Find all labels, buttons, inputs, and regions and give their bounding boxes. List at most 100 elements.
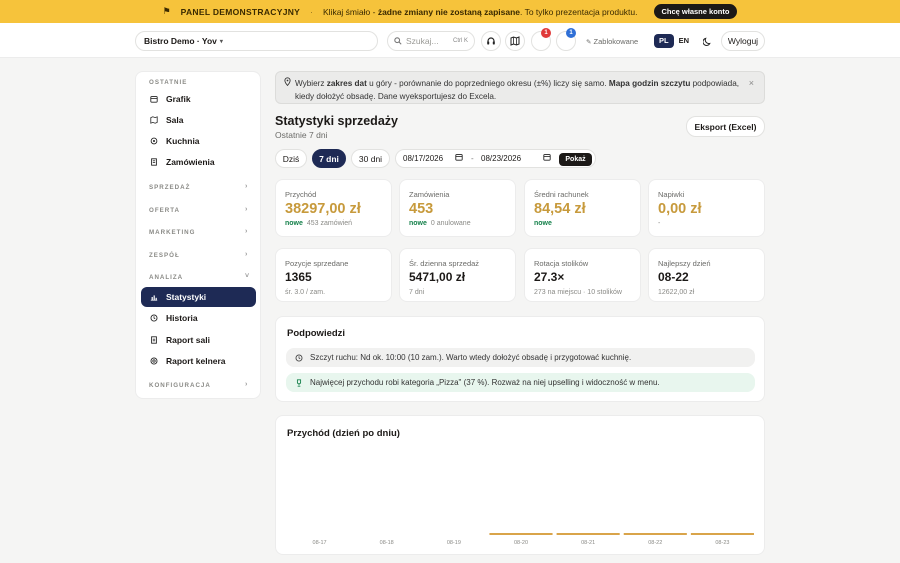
chart-icon — [150, 295, 158, 301]
chart-x-tick-label: 08-19 — [447, 540, 461, 546]
lang-en-button[interactable]: EN — [674, 34, 694, 48]
chart-bar — [623, 533, 687, 535]
close-icon[interactable]: × — [749, 77, 754, 90]
kpi-value: 453 — [409, 201, 434, 217]
kpi-sub: 273 na miejscu · 10 stolików — [534, 289, 622, 296]
sidebar-section-analiza[interactable]: ANALIZA ˅ — [149, 273, 249, 281]
theme-toggle[interactable] — [697, 31, 717, 51]
calendar-icon[interactable] — [455, 153, 463, 163]
kpi-label: Śr. dzienna sprzedaż — [409, 259, 480, 268]
kpi-label: Zamówienia — [409, 190, 450, 199]
tips-panel: Podpowiedzi Szczyt ruchu: Nd ok. 10:00 (… — [275, 316, 765, 402]
chevron-down-icon: ˅ — [245, 273, 251, 280]
document-icon — [151, 336, 157, 344]
sidebar-item-historia[interactable]: Historia — [141, 308, 256, 328]
filter-today-button[interactable]: Dziś — [275, 149, 307, 168]
filter-7-days-button[interactable]: 7 dni — [312, 149, 346, 168]
kpi-sub: nowe 453 zamówień — [285, 220, 353, 227]
show-button[interactable]: Pokaż — [559, 153, 592, 166]
calendar-icon[interactable] — [543, 153, 551, 163]
tip-text: Szczyt ruchu: Nd ok. 10:00 (10 zam.). Wa… — [310, 353, 632, 362]
sidebar-item-label: Sala — [166, 115, 184, 125]
chart-x-tick-label: 08-18 — [380, 540, 394, 546]
sidebar-item-label: Raport sali — [166, 335, 210, 345]
banner-text: Klikaj śmiało - żadne zmiany nie zostaną… — [323, 6, 638, 17]
kpi-sub: śr. 3.0 / zam. — [285, 289, 326, 296]
kpi-average-bill: Średni rachunek 84,54 zł nowe — [524, 179, 641, 237]
sidebar-item-raport-sali[interactable]: Raport sali — [141, 330, 256, 350]
flag-icon: ⚑ — [162, 6, 171, 16]
export-excel-button[interactable]: Eksport (Excel) — [686, 116, 765, 137]
kpi-table-rotation: Rotacja stolików 27.3× 273 na miejscu · … — [524, 248, 641, 302]
kpi-sub: nowe 0 anulowane — [409, 220, 471, 227]
sidebar-item-zamowienia[interactable]: Zamówienia — [141, 152, 256, 172]
chart-x-tick-label: 08-23 — [715, 540, 729, 546]
sidebar-item-label: Raport kelnera — [166, 356, 226, 366]
kpi-label: Przychód — [285, 190, 317, 199]
search-icon — [394, 37, 402, 45]
logout-button[interactable]: Wyloguj — [721, 31, 765, 51]
sidebar-section-konfiguracja[interactable]: KONFIGURACJA › — [149, 381, 247, 389]
sidebar-section-zespol[interactable]: ZESPÓŁ › — [149, 251, 247, 259]
kpi-sub: nowe — [534, 220, 552, 227]
blocked-status[interactable]: ✎ Zablokowane — [586, 37, 638, 46]
kpi-label: Rotacja stolików — [534, 259, 589, 268]
top-bar: Bistro Demo · Yov ▾ Szukaj... Ctrl K 1 1… — [0, 23, 900, 58]
kpi-value: 27.3× — [534, 270, 565, 284]
kpi-sub: 7 dni — [409, 289, 425, 296]
tenant-name: Bistro Demo · Yov — [144, 36, 217, 46]
clock-icon — [150, 314, 158, 322]
trophy-icon — [296, 378, 302, 387]
blocked-label: Zablokowane — [593, 37, 639, 46]
chart-x-tick-label: 08-17 — [313, 540, 327, 546]
sidebar-item-label: Statystyki — [166, 292, 207, 302]
page-title: Statystyki sprzedaży — [275, 114, 398, 128]
kpi-sub: 12622,00 zł — [658, 289, 695, 296]
sidebar-item-sala[interactable]: Sala — [141, 110, 256, 130]
map-button[interactable] — [505, 31, 525, 51]
tenant-select[interactable]: Bistro Demo · Yov ▾ — [135, 31, 378, 51]
search-input[interactable]: Szukaj... Ctrl K — [387, 31, 475, 51]
sidebar-section-oferta[interactable]: OFERTA › — [149, 206, 247, 214]
info-hint: Wybierz zakres dat u góry - porównanie d… — [275, 71, 765, 104]
notification-badge: 1 — [541, 28, 551, 38]
revenue-chart: Przychód (dzień po dniu) 08-17 08-18 08-19… — [275, 415, 765, 555]
pin-icon — [284, 77, 291, 90]
tip-item: Najwięcej przychodu robi kategoria „Pizz… — [286, 373, 755, 392]
kpi-value: 5471,00 zł — [409, 270, 466, 284]
sidebar-section-sprzedaz[interactable]: SPRZEDAŻ › — [149, 183, 247, 191]
chart-x-tick-label: 08-21 — [581, 540, 595, 546]
sidebar-item-label: Kuchnia — [166, 136, 200, 146]
kpi-tips: Napiwki 0,00 zł - — [648, 179, 765, 237]
tip-text: Najwięcej przychodu robi kategoria „Pizz… — [310, 378, 660, 387]
headset-button[interactable] — [481, 31, 501, 51]
search-placeholder: Szukaj... — [406, 36, 439, 46]
sidebar-item-statystyki[interactable]: Statystyki — [141, 287, 256, 307]
date-to-input[interactable]: 08/23/2026 — [481, 154, 521, 163]
kpi-value: 08-22 — [658, 270, 689, 284]
target-icon — [150, 357, 158, 365]
kpi-label: Najlepszy dzień — [658, 259, 711, 268]
sidebar-section-recent: OSTATNIE — [149, 79, 188, 86]
sidebar-item-raport-kelnera[interactable]: Raport kelnera — [141, 351, 256, 371]
pencil-icon: ✎ — [586, 39, 592, 46]
search-shortcut: Ctrl K — [453, 38, 468, 44]
chart-bar — [489, 533, 553, 535]
sidebar-item-label: Grafik — [166, 94, 191, 104]
message-badge: 1 — [566, 28, 576, 38]
own-account-button[interactable]: Chcę własne konto — [653, 4, 738, 19]
sidebar-item-kuchnia[interactable]: Kuchnia — [141, 131, 256, 151]
filter-30-days-button[interactable]: 30 dni — [351, 149, 390, 168]
sidebar-section-marketing[interactable]: MARKETING › — [149, 228, 247, 236]
chevron-right-icon: › — [245, 381, 249, 388]
chevron-right-icon: › — [245, 183, 249, 190]
receipt-icon — [151, 158, 157, 166]
date-from-input[interactable]: 08/17/2026 — [403, 154, 443, 163]
kpi-best-day: Najlepszy dzień 08-22 12622,00 zł — [648, 248, 765, 302]
chevron-down-icon: ▾ — [219, 38, 223, 45]
kpi-orders: Zamówienia 453 nowe 0 anulowane — [399, 179, 516, 237]
date-range: 08/17/2026 - 08/23/2026 Pokaż — [395, 149, 596, 168]
lang-pl-button[interactable]: PL — [654, 34, 674, 48]
sidebar-item-grafik[interactable]: Grafik — [141, 89, 256, 109]
chart-x-tick-label: 08-22 — [648, 540, 662, 546]
